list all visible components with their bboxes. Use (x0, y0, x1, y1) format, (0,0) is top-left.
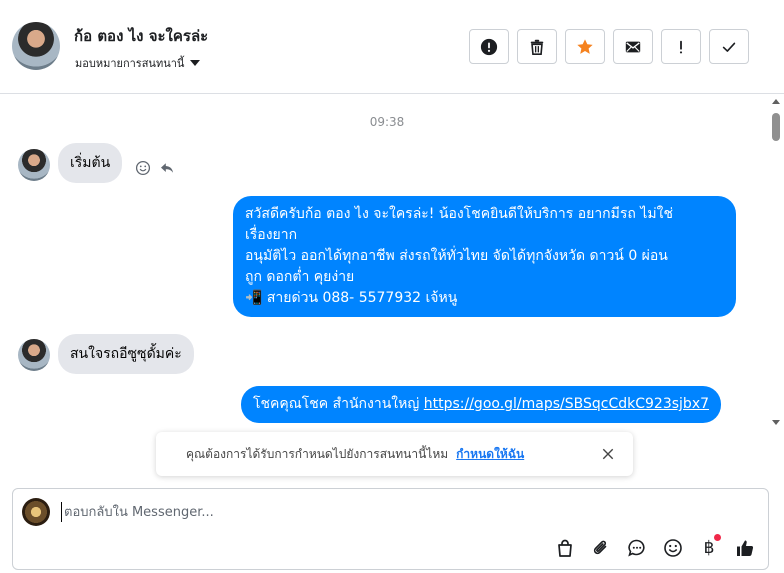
baht-icon: ฿ (703, 538, 715, 558)
message-link[interactable]: https://goo.gl/maps/SBSqcCdkC923sjbx7 (424, 396, 709, 412)
message-line: เรื่องยาก (245, 227, 298, 243)
chat-bubble-icon (628, 539, 645, 557)
message-actions (135, 160, 175, 176)
chevron-down-icon (190, 60, 201, 66)
shopping-bag-button[interactable] (554, 537, 576, 559)
paperclip-icon (593, 540, 607, 555)
contact-name[interactable]: ก้อ ตอง ไง จะใครล่ะ (74, 24, 208, 48)
inbox-conversation: ก้อ ตอง ไง จะใครล่ะ มอบหมายการสนทนานี้ 0… (0, 0, 784, 573)
mark-spam-button[interactable] (469, 29, 509, 64)
like-button[interactable] (734, 537, 756, 559)
message-list: 09:38 เริ่มต้น สวัสดีครับก้อ ตอง ไง จะใค… (0, 95, 768, 430)
assign-dropdown[interactable]: มอบหมายการสนทนานี้ (75, 54, 201, 72)
contact-avatar[interactable] (12, 22, 60, 70)
reply-composer: ฿ (12, 488, 769, 570)
message-line: อนุมัติไว ออกได้ทุกอาชีพ ส่งรถให้ทั่วไทย… (245, 248, 668, 264)
envelope-icon (625, 41, 641, 52)
banner-text: คุณต้องการได้รับการกำหนดไปยังการสนทนานี้… (186, 446, 449, 461)
assign-label: มอบหมายการสนทนานี้ (75, 57, 185, 70)
message-text: สนใจรถอีซูซุดั้มค่ะ (70, 346, 182, 362)
assign-to-me-link[interactable]: กำหนดให้ฉัน (456, 445, 524, 464)
check-icon (722, 42, 736, 52)
notification-dot (714, 534, 721, 541)
alert-circle-icon (480, 38, 498, 55)
star-button[interactable] (565, 29, 605, 64)
message-text: เริ่มต้น (70, 155, 111, 171)
delete-button[interactable] (517, 29, 557, 64)
message-line: สวัสดีครับก้อ ตอง ไง จะใครล่ะ! น้องโชคยิ… (245, 206, 673, 222)
star-icon (577, 38, 593, 54)
saved-replies-button[interactable] (626, 537, 648, 559)
composer-toolbar: ฿ (554, 534, 756, 559)
outgoing-message: สวัสดีครับก้อ ตอง ไง จะใครล่ะ! น้องโชคยิ… (233, 196, 736, 317)
message-line: 📲 สายด่วน 088- 5577932 เจ้หนู (245, 290, 458, 306)
payment-button[interactable]: ฿ (698, 534, 721, 559)
message-timestamp: 09:38 (369, 115, 405, 129)
contact-avatar-small[interactable] (18, 339, 50, 371)
follow-up-button[interactable] (661, 29, 701, 64)
emoji-react-icon[interactable] (135, 160, 151, 176)
mark-unread-button[interactable] (613, 29, 653, 64)
scroll-up-arrow-icon[interactable] (772, 99, 780, 104)
scroll-thumb[interactable] (772, 113, 780, 141)
incoming-message: เริ่มต้น (58, 143, 123, 183)
page-avatar (22, 498, 50, 526)
attach-button[interactable] (590, 537, 612, 559)
message-line: ถูก ดอกต่ำ คุยง่าย (245, 269, 355, 285)
incoming-message: สนใจรถอีซูซุดั้มค่ะ (58, 334, 194, 374)
smiley-icon (664, 539, 682, 557)
close-icon[interactable] (599, 445, 617, 463)
trash-icon (530, 39, 544, 55)
thumbs-up-icon (737, 540, 754, 556)
message-text: โชคคุณโชค สำนักงานใหญ่ (253, 396, 424, 412)
emoji-button[interactable] (662, 537, 684, 559)
reply-arrow-icon[interactable] (159, 160, 175, 176)
shopping-bag-icon (558, 539, 572, 557)
assign-suggestion-banner: คุณต้องการได้รับการกำหนดไปยังการสนทนานี้… (156, 432, 633, 476)
mark-done-button[interactable] (709, 29, 749, 64)
conversation-header: ก้อ ตอง ไง จะใครล่ะ มอบหมายการสนทนานี้ (0, 0, 784, 94)
contact-avatar-small[interactable] (18, 149, 50, 181)
scroll-down-arrow-icon[interactable] (772, 420, 780, 425)
reply-input[interactable] (61, 502, 741, 522)
outgoing-message: โชคคุณโชค สำนักงานใหญ่ https://goo.gl/ma… (241, 386, 722, 423)
message-scrollbar[interactable] (768, 95, 784, 430)
exclamation-icon (679, 40, 683, 53)
